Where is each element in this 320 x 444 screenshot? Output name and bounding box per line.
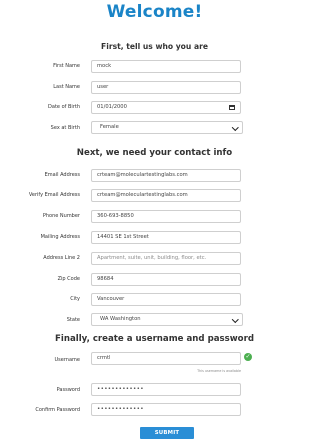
first-name-field[interactable]: mock xyxy=(91,60,241,73)
verify-email-field[interactable]: crteam@moleculartestinglabs.com xyxy=(91,189,241,202)
confirm-password-field[interactable]: ••••••••••••• xyxy=(91,403,241,416)
confirm-password-label: Confirm Password xyxy=(35,407,80,413)
username-label: Username xyxy=(54,357,81,363)
zip-field[interactable]: 98684 xyxy=(91,273,241,286)
mailing-field[interactable]: 14401 SE 1st Street xyxy=(91,231,241,244)
check-icon: ✓ xyxy=(244,353,252,361)
state-label: State xyxy=(66,317,80,323)
verify-email-label: Verify Email Address xyxy=(28,192,80,198)
username-value: crmtl xyxy=(97,355,111,361)
mailing-value: 14401 SE 1st Street xyxy=(97,234,149,240)
chevron-down-icon xyxy=(231,316,238,323)
address2-label: Address Line 2 xyxy=(43,255,80,261)
address2-field[interactable]: Apartment, suite, unit, building, floor,… xyxy=(91,252,241,265)
sex-select[interactable]: Female xyxy=(91,121,243,134)
state-value: WA Washington xyxy=(100,316,141,322)
last-name-field[interactable]: user xyxy=(91,81,241,94)
password-value: ••••••••••••• xyxy=(97,386,144,392)
email-value: crteam@moleculartestinglabs.com xyxy=(97,172,188,178)
section-heading-contact: Next, we need your contact info xyxy=(76,148,233,158)
verify-email-value: crteam@moleculartestinglabs.com xyxy=(97,192,188,198)
dob-label: Date of Birth xyxy=(48,104,80,110)
phone-label: Phone Number xyxy=(42,213,80,219)
password-field[interactable]: ••••••••••••• xyxy=(91,383,241,396)
section-heading-about: First, tell us who you are xyxy=(101,42,208,51)
dob-value: 01/01/2000 xyxy=(97,104,127,110)
address2-placeholder: Apartment, suite, unit, building, floor,… xyxy=(97,255,207,261)
password-label: Password xyxy=(56,387,80,393)
city-value: Vancouver xyxy=(97,296,125,302)
calendar-icon[interactable] xyxy=(229,105,235,110)
submit-button[interactable]: SUBMIT xyxy=(140,427,194,439)
email-label: Email Address xyxy=(44,172,80,178)
email-field[interactable]: crteam@moleculartestinglabs.com xyxy=(91,169,241,182)
city-field[interactable]: Vancouver xyxy=(91,293,241,306)
dob-field[interactable]: 01/01/2000 xyxy=(91,101,241,114)
phone-field[interactable]: 360-693-8850 xyxy=(91,210,241,223)
mailing-label: Mailing Address xyxy=(40,234,80,240)
zip-label: Zip Code xyxy=(57,276,80,282)
chevron-down-icon xyxy=(231,124,238,131)
first-name-label: First Name xyxy=(53,63,80,69)
city-label: City xyxy=(70,296,80,302)
username-status: This username is available xyxy=(197,369,241,373)
confirm-password-value: ••••••••••••• xyxy=(97,406,144,412)
last-name-label: Last Name xyxy=(53,84,80,90)
username-field[interactable]: crmtl xyxy=(91,352,241,365)
first-name-value: mock xyxy=(97,63,112,69)
page-title: Welcome! xyxy=(106,2,203,22)
sex-value: Female xyxy=(100,124,119,130)
zip-value: 98684 xyxy=(97,276,114,282)
state-select[interactable]: WA Washington xyxy=(91,313,243,326)
sex-label: Sex at Birth xyxy=(50,125,80,131)
section-heading-account: Finally, create a username and password xyxy=(55,334,254,344)
last-name-value: user xyxy=(97,84,109,90)
phone-value: 360-693-8850 xyxy=(97,213,134,219)
